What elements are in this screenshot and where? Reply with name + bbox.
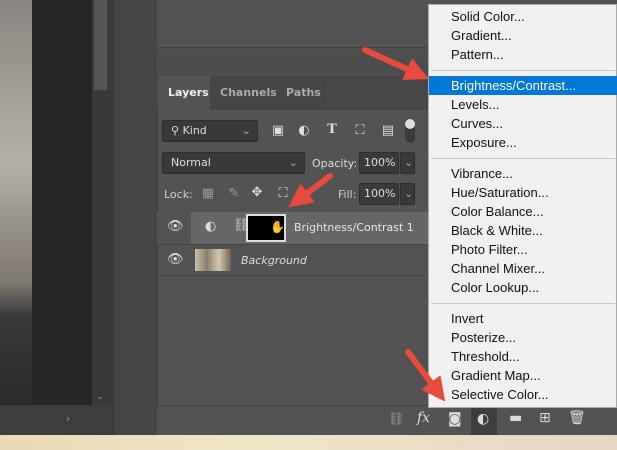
arrow-to-layer-mask (288, 173, 333, 208)
arrow-to-menu-item (362, 47, 429, 80)
arrow-to-adjustment-button (405, 349, 446, 402)
annotation-arrows (288, 47, 446, 402)
